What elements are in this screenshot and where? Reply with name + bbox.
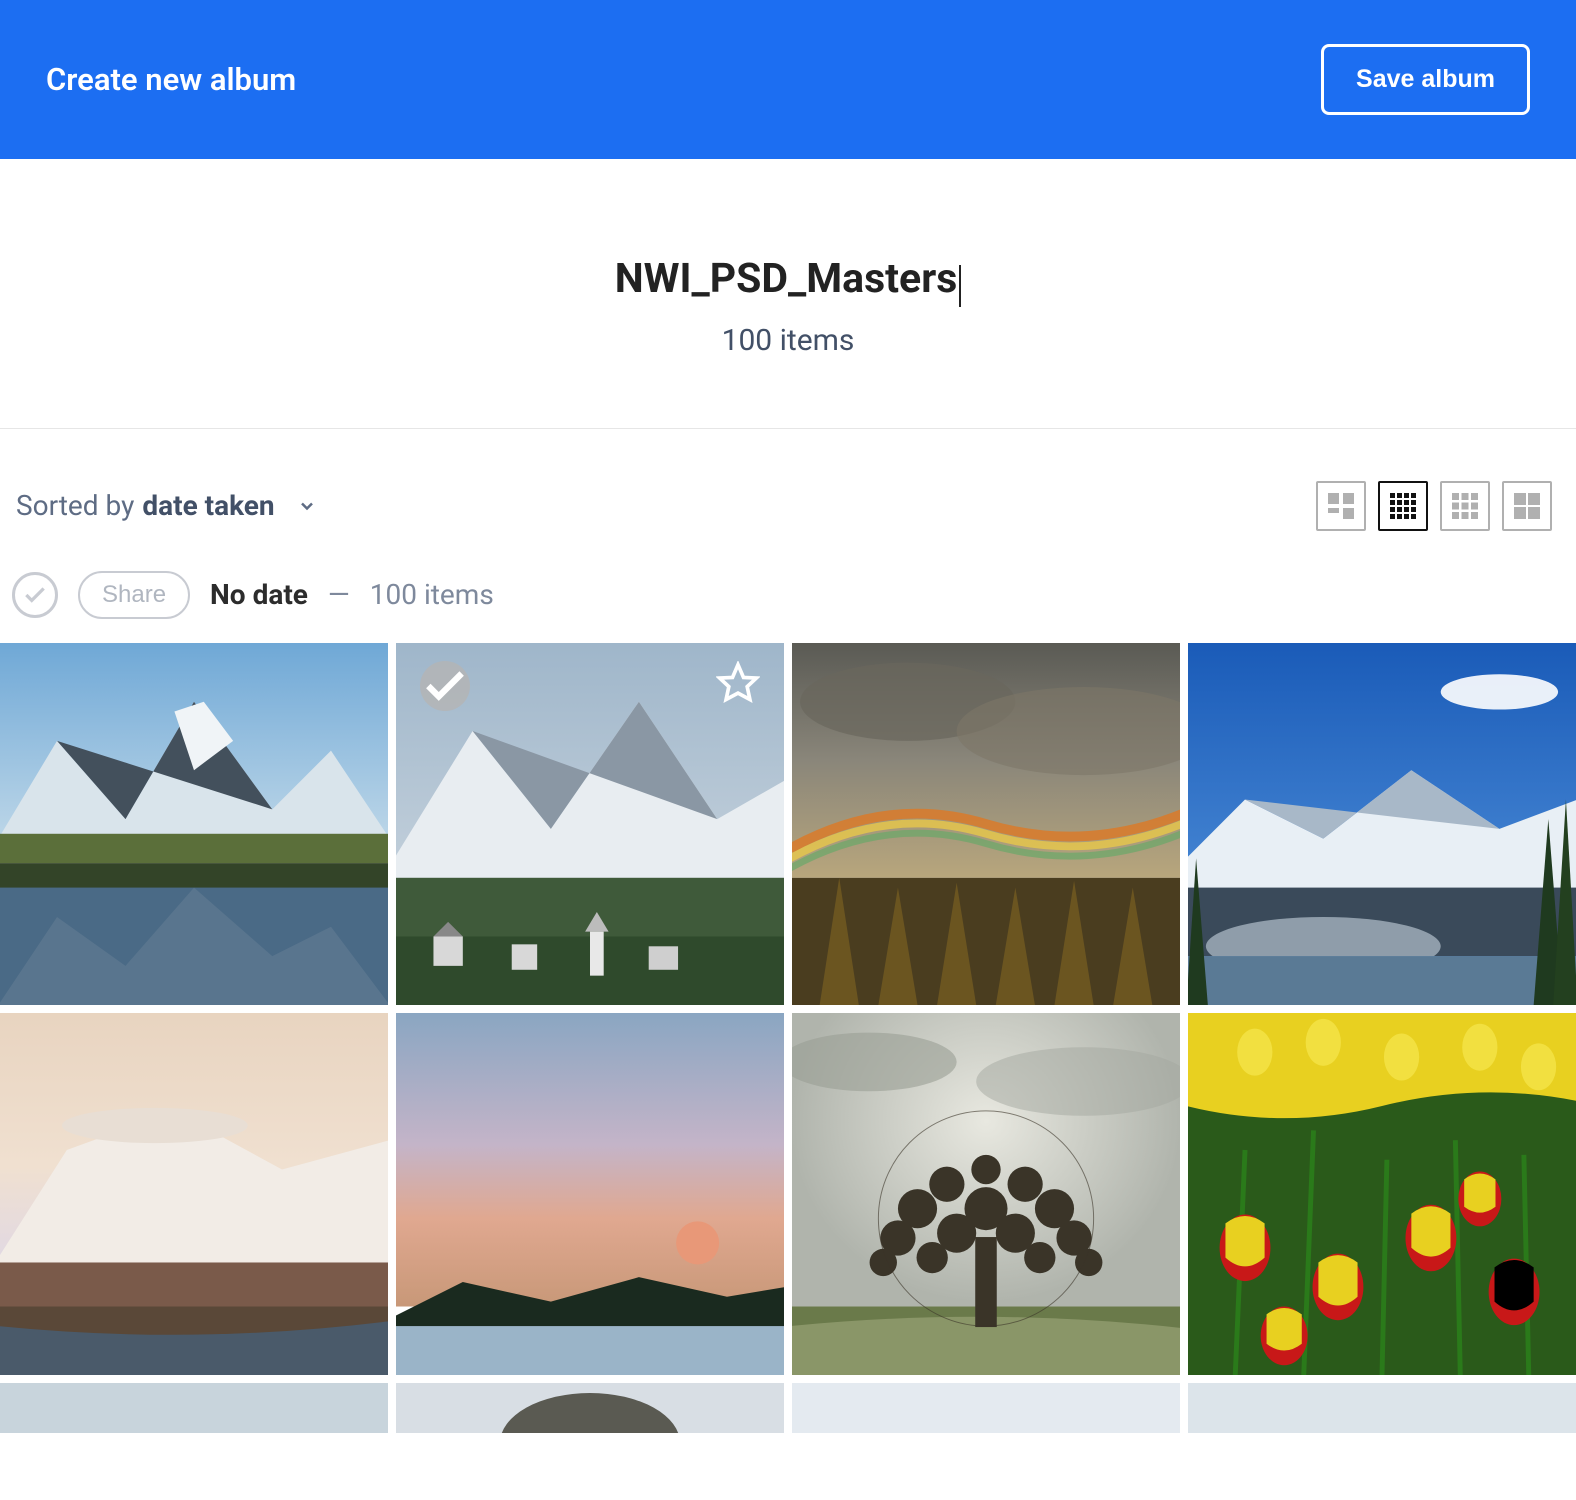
photo-thumbnail[interactable] (396, 1013, 784, 1375)
photo-thumbnail[interactable] (1188, 643, 1576, 1005)
view-small-grid-button[interactable] (1378, 481, 1428, 531)
section-item-count: 100 items (370, 578, 494, 611)
section-bar: Share No date — 100 items (0, 571, 1576, 643)
sort-dropdown[interactable]: Sorted by date taken (16, 489, 317, 522)
view-2x2-button[interactable] (1502, 481, 1552, 531)
photo-thumbnail[interactable] (0, 1383, 388, 1433)
album-title-block: NWI_PSD_Masters 100 items (0, 159, 1576, 429)
save-album-button[interactable]: Save album (1321, 44, 1530, 115)
page-title: Create new album (46, 61, 296, 98)
view-medium-grid-button[interactable] (1440, 481, 1490, 531)
photo-thumbnail[interactable] (792, 1013, 1180, 1375)
photo-thumbnail[interactable] (1188, 1383, 1576, 1433)
share-button[interactable]: Share (78, 571, 190, 619)
chevron-down-icon (297, 496, 317, 516)
album-item-count: 100 items (0, 323, 1576, 358)
photo-thumbnail[interactable] (792, 1383, 1180, 1433)
view-large-tiles-button[interactable] (1316, 481, 1366, 531)
select-photo-button[interactable] (420, 661, 470, 711)
photo-thumbnail[interactable] (0, 1013, 388, 1375)
view-mode-buttons (1316, 481, 1552, 531)
section-date-label: No date (210, 578, 308, 611)
photo-thumbnail[interactable] (396, 1383, 784, 1433)
photo-thumbnail[interactable] (792, 643, 1180, 1005)
sort-view-toolbar: Sorted by date taken (0, 429, 1576, 571)
section-separator: — (328, 578, 350, 611)
favorite-button[interactable] (716, 661, 760, 705)
text-cursor (959, 265, 961, 307)
photo-thumbnail[interactable] (0, 643, 388, 1005)
photo-grid (0, 643, 1576, 1433)
header-bar: Create new album Save album (0, 0, 1576, 159)
sort-prefix: Sorted by (16, 489, 134, 522)
album-name-input[interactable]: NWI_PSD_Masters (615, 255, 958, 303)
photo-thumbnail[interactable] (1188, 1013, 1576, 1375)
select-all-button[interactable] (12, 572, 58, 618)
photo-thumbnail[interactable] (396, 643, 784, 1005)
sort-value: date taken (142, 489, 274, 522)
